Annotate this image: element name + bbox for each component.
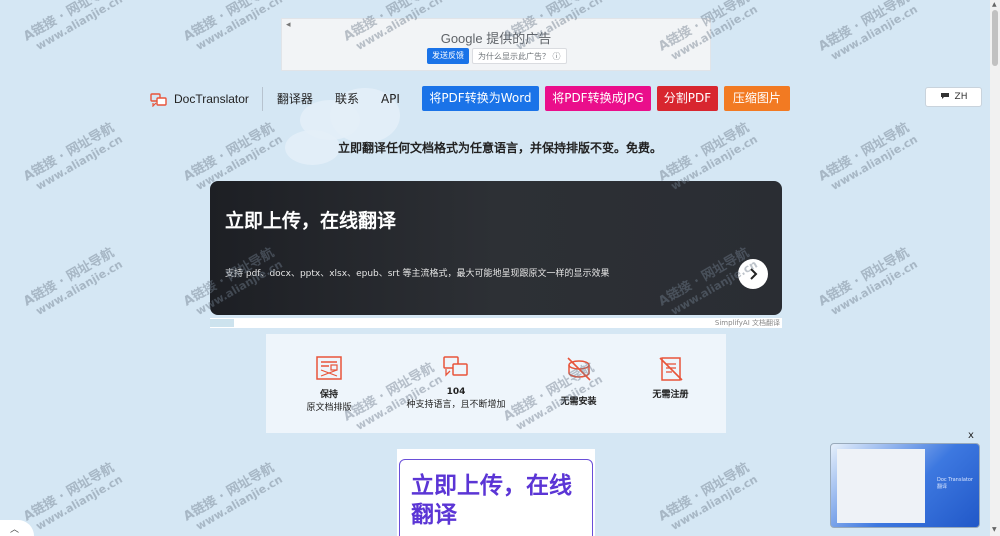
brand-name: DocTranslator xyxy=(174,91,249,106)
hero-ad-footer: SimplifyAI 文档翻译 xyxy=(210,318,782,328)
chevron-up-icon: ︿ xyxy=(10,525,20,535)
hero-description: 支持 pdf、docx、pptx、xlsx、epub、srt 等主流格式，最大可… xyxy=(225,269,610,279)
lower-card-title: 立即上传，在线翻译 xyxy=(411,473,572,528)
watermark: A链接 · 网址导航www.alianjie.cn xyxy=(20,245,125,318)
nav-link-contact[interactable]: 联系 xyxy=(335,90,359,107)
upload-hero-card[interactable]: 立即上传，在线翻译 支持 pdf、docx、pptx、xlsx、epub、srt… xyxy=(210,181,782,315)
feature-languages-line2: 种支持语言，且不断增加 xyxy=(406,400,506,410)
nav-link-translator[interactable]: 翻译器 xyxy=(277,90,313,107)
feature-layout-line1: 保持 xyxy=(319,390,338,400)
hero-next-button[interactable] xyxy=(738,259,768,289)
back-to-top-tab[interactable]: ︿ xyxy=(0,520,34,536)
feature-languages: 104 种支持语言，且不断增加 xyxy=(396,356,516,410)
hero-credit[interactable]: SimplifyAI 文档翻译 xyxy=(715,318,780,328)
no-register-icon xyxy=(658,357,683,381)
language-selector[interactable]: ZH xyxy=(925,87,982,107)
feature-languages-line1: 104 xyxy=(446,387,466,397)
preview-screenshot xyxy=(837,449,925,523)
hero-title: 立即上传，在线翻译 xyxy=(225,210,397,232)
lower-ad-card[interactable]: 立即上传，在线翻译 xyxy=(397,449,595,536)
pdf-to-jpg-button[interactable]: 将PDF转换成JPG xyxy=(544,86,651,111)
watermark: A链接 · 网址导航www.alianjie.cn xyxy=(815,0,920,63)
brand-link[interactable]: DocTranslator xyxy=(150,91,249,107)
feature-no-install-line1: 无需安装 xyxy=(560,397,597,407)
watermark: A链接 · 网址导航www.alianjie.cn xyxy=(815,120,920,193)
feature-layout-line2: 原文档排版 xyxy=(306,403,352,413)
split-pdf-button[interactable]: 分割PDF xyxy=(656,86,718,111)
doctranslator-logo-icon xyxy=(150,92,167,107)
chevron-right-icon xyxy=(750,268,758,280)
lower-card-frame: 立即上传，在线翻译 xyxy=(399,459,593,536)
scroll-thumb[interactable] xyxy=(992,10,998,66)
watermark: A链接 · 网址导航www.alianjie.cn xyxy=(180,0,285,53)
ad-why-button[interactable]: 为什么显示此广告？ ⓘ xyxy=(472,48,567,64)
feature-layout: 保持 原文档排版 xyxy=(294,356,364,413)
floating-preview-widget[interactable]: Doc Translator 翻译 xyxy=(830,443,980,528)
preview-caption: Doc Translator 翻译 xyxy=(937,477,973,490)
feature-no-install: 无需安装 xyxy=(546,356,611,407)
watermark: A链接 · 网址导航www.alianjie.cn xyxy=(815,245,920,318)
float-close-icon[interactable]: x xyxy=(968,430,974,441)
no-install-icon xyxy=(566,357,591,381)
watermark: A链接 · 网址导航www.alianjie.cn xyxy=(20,120,125,193)
scroll-down-icon[interactable]: ▼ xyxy=(992,526,997,533)
layout-doc-icon xyxy=(316,356,342,380)
watermark: A链接 · 网址导航www.alianjie.cn xyxy=(20,0,125,53)
page-scrollbar[interactable]: ▲ ▼ xyxy=(990,0,1000,536)
translate-icon xyxy=(443,356,468,377)
pdf-to-word-button[interactable]: 将PDF转换为Word xyxy=(421,86,539,111)
watermark: A链接 · 网址导航www.alianjie.cn xyxy=(20,460,125,533)
nav-divider xyxy=(261,86,263,111)
top-ad-banner[interactable]: ◂ Google 提供的广告 发送反馈 为什么显示此广告？ ⓘ xyxy=(281,18,711,71)
ad-choices-icon[interactable] xyxy=(210,319,234,327)
scroll-up-icon[interactable]: ▲ xyxy=(992,1,997,8)
top-nav: DocTranslator 翻译器 联系 API 将PDF转换为Word 将PD… xyxy=(150,86,796,111)
feature-no-register: 无需注册 xyxy=(638,356,703,400)
nav-link-api[interactable]: API xyxy=(381,92,400,106)
compress-image-button[interactable]: 压缩图片 xyxy=(723,86,790,111)
ad-google-label: Google 提供的广告 xyxy=(440,31,552,46)
features-panel: 保持 原文档排版 104 种支持语言，且不断增加 无需安装 无需注册 xyxy=(266,334,726,433)
feature-no-register-line1: 无需注册 xyxy=(652,390,689,400)
watermark: A链接 · 网址导航www.alianjie.cn xyxy=(655,460,760,533)
watermark: A链接 · 网址导航www.alianjie.cn xyxy=(180,460,285,533)
language-label: ZH xyxy=(954,92,968,102)
chat-bubble-icon xyxy=(940,92,950,103)
ad-feedback-button[interactable]: 发送反馈 xyxy=(427,48,469,64)
page-tagline: 立即翻译任何文档格式为任意语言，并保持排版不变。免费。 xyxy=(337,141,662,155)
